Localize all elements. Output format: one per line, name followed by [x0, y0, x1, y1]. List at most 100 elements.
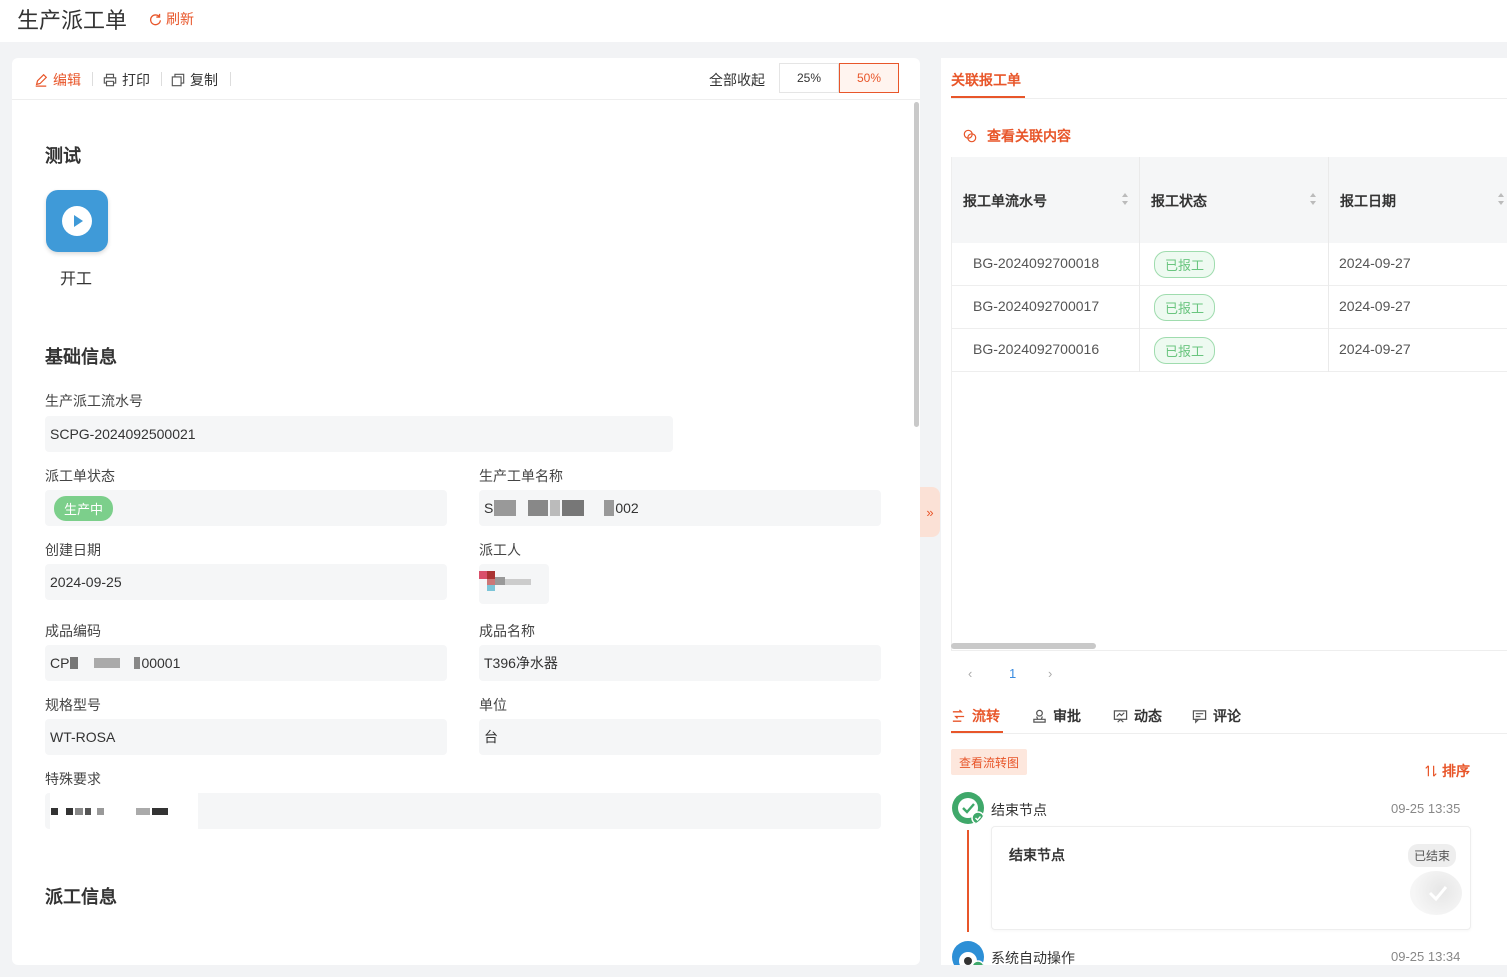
zoom-50-button[interactable]: 50% — [839, 63, 899, 93]
horizontal-scrollbar[interactable] — [951, 643, 1096, 649]
column-divider — [1139, 329, 1140, 372]
timeline-connector — [967, 830, 969, 932]
table-row[interactable]: BG-2024092700016 已报工 2024-09-27 — [951, 329, 1507, 372]
status-badge: 已报工 — [1154, 337, 1216, 364]
sort-icon[interactable] — [1121, 192, 1129, 206]
avatar — [479, 571, 531, 591]
edit-icon — [35, 73, 48, 87]
report-table: 报工单流水号 报工状态 报工日期 BG-2024092700018 已报工 20… — [951, 157, 1507, 372]
pagination-next[interactable]: › — [1048, 666, 1052, 681]
product-code-prefix: CP — [50, 655, 70, 671]
tab-flow[interactable]: 流转 — [951, 706, 1000, 726]
product-code-field: CP 00001 — [45, 645, 447, 681]
redacted-block — [604, 500, 615, 516]
unit-field: 台 — [479, 719, 881, 755]
approval-icon — [1033, 709, 1046, 723]
timeline-node-card[interactable]: 结束节点 已结束 — [991, 826, 1471, 930]
table-header: 报工单流水号 报工状态 报工日期 — [951, 157, 1507, 243]
work-order-name-prefix: S — [484, 500, 494, 516]
tab-comments[interactable]: 评论 — [1192, 706, 1241, 726]
section-title-dispatch: 派工信息 — [45, 887, 117, 907]
spec-model-field: WT-ROSA — [45, 719, 447, 755]
timeline-node-time: 09-25 13:35 — [1391, 801, 1461, 816]
print-icon — [103, 73, 117, 87]
double-chevron-right-icon: » — [926, 504, 934, 520]
toolbar-divider — [92, 72, 93, 86]
vertical-scrollbar[interactable] — [914, 102, 919, 427]
tab-activity-label: 动态 — [1134, 708, 1162, 724]
redacted-block — [75, 807, 83, 815]
toolbar-divider — [161, 72, 162, 86]
serial-no-label: 生产派工流水号 — [45, 393, 143, 409]
cell-date: 2024-09-27 — [1339, 341, 1411, 357]
copy-icon — [171, 73, 185, 87]
pagination-prev[interactable]: ‹ — [968, 666, 972, 681]
section-title-basic: 基础信息 — [45, 347, 117, 367]
redacted-block — [70, 657, 79, 669]
sort-button[interactable]: 排序 — [1424, 761, 1470, 781]
column-divider — [1139, 286, 1140, 329]
redacted-block — [51, 807, 58, 815]
column-divider — [1328, 243, 1329, 286]
redacted-block — [97, 807, 104, 815]
sort-icon[interactable] — [1309, 192, 1317, 206]
sort-icon[interactable] — [1497, 192, 1505, 206]
tab-divider — [951, 98, 1507, 99]
cell-date: 2024-09-27 — [1339, 255, 1411, 271]
unit-value: 台 — [484, 729, 498, 745]
tab-activity[interactable]: 动态 — [1113, 706, 1162, 726]
print-button[interactable]: 打印 — [103, 70, 150, 90]
timeline-node-title: 结束节点 — [991, 802, 1047, 818]
redacted-block — [550, 500, 561, 516]
refresh-label: 刷新 — [166, 11, 194, 27]
view-related-label: 查看关联内容 — [987, 128, 1071, 144]
dispatcher-avatar — [479, 564, 549, 604]
work-order-name-field: S 002 — [479, 490, 881, 526]
column-header-serial[interactable]: 报工单流水号 — [963, 191, 1047, 211]
copy-button[interactable]: 复制 — [171, 70, 218, 90]
cell-date: 2024-09-27 — [1339, 298, 1411, 314]
status-badge: 已报工 — [1154, 251, 1216, 278]
tab-related-reports[interactable]: 关联报工单 — [951, 70, 1021, 90]
dispatcher-label: 派工人 — [479, 542, 521, 558]
product-code-label: 成品编码 — [45, 623, 101, 639]
spec-model-value: WT-ROSA — [50, 729, 116, 745]
sort-label: 排序 — [1442, 763, 1470, 779]
product-name-field: T396净水器 — [479, 645, 881, 681]
start-work-button[interactable] — [46, 190, 108, 252]
view-related-button[interactable]: 查看关联内容 — [963, 126, 1071, 146]
work-order-name-suffix: 002 — [615, 500, 639, 516]
zoom-25-button[interactable]: 25% — [779, 63, 839, 93]
toolbar-divider — [230, 72, 231, 86]
sort-arrows-icon — [1425, 765, 1437, 777]
check-icon — [1428, 886, 1448, 902]
created-date-field: 2024-09-25 — [45, 564, 447, 600]
redacted-block — [152, 807, 168, 815]
table-row[interactable]: BG-2024092700018 已报工 2024-09-27 — [951, 243, 1507, 286]
tab-approval-label: 审批 — [1053, 708, 1081, 724]
column-header-date[interactable]: 报工日期 — [1340, 191, 1396, 211]
collapse-side-toggle[interactable]: » — [920, 487, 940, 537]
finished-stamp-icon — [1410, 871, 1462, 915]
page-title: 生产派工单 — [17, 8, 128, 33]
tab-approval[interactable]: 审批 — [1032, 706, 1081, 726]
tab-comments-label: 评论 — [1213, 708, 1241, 724]
table-row[interactable]: BG-2024092700017 已报工 2024-09-27 — [951, 286, 1507, 329]
start-work-label: 开工 — [60, 271, 93, 288]
flow-icon — [952, 708, 965, 722]
status-badge: 已结束 — [1408, 844, 1457, 867]
cell-serial: BG-2024092700018 — [973, 255, 1100, 271]
redacted-block — [494, 500, 517, 516]
collapse-all-button[interactable]: 全部收起 — [709, 70, 765, 90]
link-icon — [963, 129, 977, 143]
pagination-current[interactable]: 1 — [1009, 666, 1016, 681]
product-name-value: T396净水器 — [484, 655, 558, 671]
refresh-button[interactable]: 刷新 — [149, 9, 194, 29]
column-header-status[interactable]: 报工状态 — [1151, 191, 1207, 211]
cell-serial: BG-2024092700016 — [973, 341, 1100, 357]
node-card-title: 结束节点 — [1009, 847, 1065, 863]
edit-button[interactable]: 编辑 — [34, 70, 81, 90]
tab-divider — [951, 733, 1507, 734]
view-flow-chart-button[interactable]: 查看流转图 — [951, 749, 1028, 775]
status-label: 派工单状态 — [45, 468, 115, 484]
